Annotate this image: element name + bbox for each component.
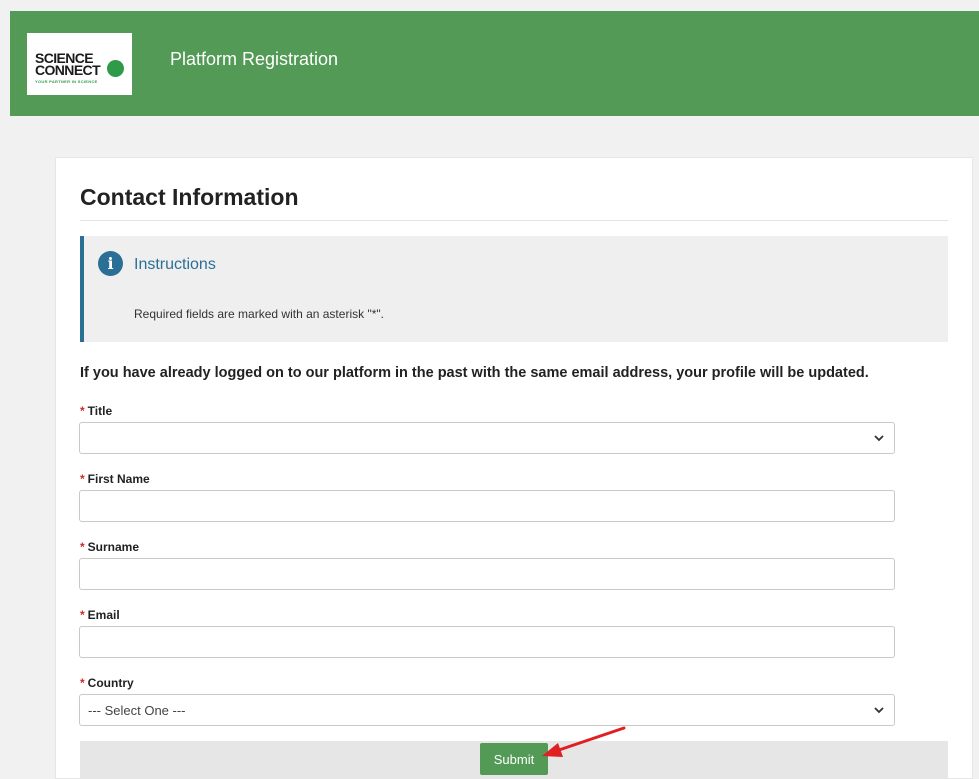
instructions-text: Required fields are marked with an aster…	[134, 307, 384, 321]
first-name-label-text: First Name	[87, 472, 150, 486]
title-select[interactable]	[79, 422, 895, 454]
first-name-label: * First Name	[80, 472, 150, 486]
logo-tagline: YOUR PARTNER IN SCIENCE	[35, 79, 98, 84]
info-icon: i	[98, 251, 123, 276]
title-label-text: Title	[87, 404, 113, 418]
page-title: Platform Registration	[170, 49, 339, 69]
country-label-text: Country	[87, 676, 134, 690]
instructions-callout: i Instructions Required fields are marke…	[80, 236, 948, 342]
registration-card: Contact Information i Instructions Requi…	[55, 157, 973, 779]
email-label-text: Email	[87, 608, 120, 622]
red-arrow-annotation-icon	[542, 726, 626, 757]
chevron-down-icon	[874, 707, 884, 714]
top-banner: SCIENCE CONNECT YOUR PARTNER IN SCIENCE …	[10, 11, 979, 116]
title-label: * Title	[80, 404, 112, 418]
required-marker: *	[80, 404, 85, 418]
surname-label: * Surname	[80, 540, 139, 554]
logo-line-2: CONNECT	[35, 62, 101, 78]
required-marker: *	[80, 472, 85, 486]
science-connect-logo[interactable]: SCIENCE CONNECT YOUR PARTNER IN SCIENCE	[27, 33, 132, 95]
surname-input[interactable]	[79, 558, 895, 590]
email-input[interactable]	[79, 626, 895, 658]
chevron-down-icon	[874, 435, 884, 442]
surname-label-text: Surname	[87, 540, 140, 554]
required-marker: *	[80, 608, 85, 622]
country-select[interactable]: --- Select One ---	[79, 694, 895, 726]
required-marker: *	[80, 540, 85, 554]
country-label: * Country	[80, 676, 134, 690]
form-actions-bar: Submit	[80, 741, 948, 778]
email-label: * Email	[80, 608, 120, 622]
country-select-value: --- Select One ---	[88, 703, 186, 718]
instructions-title: Instructions	[134, 256, 216, 273]
section-divider	[80, 220, 948, 221]
logo-circle-icon	[107, 60, 124, 77]
section-title: Contact Information	[80, 184, 299, 210]
first-name-input[interactable]	[79, 490, 895, 522]
profile-update-notice: If you have already logged on to our pla…	[80, 365, 869, 381]
required-marker: *	[80, 676, 85, 690]
